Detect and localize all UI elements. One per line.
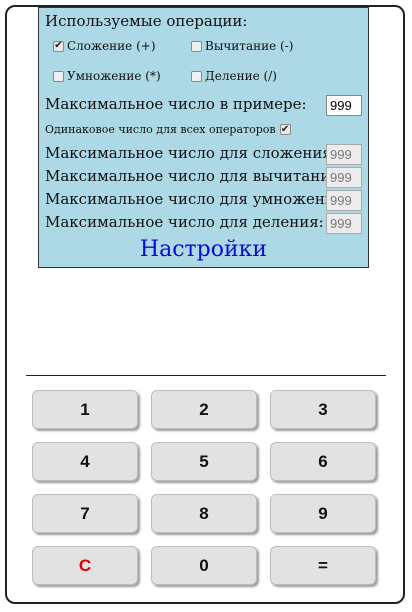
max-add-input[interactable] (326, 144, 362, 165)
checkbox-add[interactable]: ✔ (53, 40, 64, 52)
checkbox-sub[interactable] (191, 40, 202, 52)
op-add-label: Сложение (+) (67, 39, 156, 53)
key-9[interactable]: 9 (270, 494, 376, 533)
settings-panel: Используемые операции: ✔ Сложение (+) Вы… (38, 7, 369, 268)
checkbox-div[interactable] (191, 70, 202, 82)
max-mul-label: Максимальное число для умножения: (45, 190, 350, 208)
max-sub-label: Максимальное число для вычитания: (45, 167, 345, 185)
check-icon: ✔ (280, 123, 290, 135)
key-equals[interactable]: = (270, 546, 376, 585)
key-1[interactable]: 1 (32, 390, 138, 429)
checkbox-mul[interactable] (53, 70, 64, 82)
op-mul-label: Умножение (*) (67, 69, 161, 83)
key-0[interactable]: 0 (151, 546, 257, 585)
max-div-input[interactable] (326, 213, 362, 234)
check-icon: ✔ (54, 40, 63, 51)
key-5[interactable]: 5 (151, 442, 257, 481)
max-sub-input[interactable] (326, 167, 362, 188)
op-sub-option[interactable]: Вычитание (-) (191, 39, 293, 53)
same-number-label: Одинаковое число для всех операторов (45, 123, 276, 136)
op-sub-label: Вычитание (-) (205, 39, 294, 53)
key-clear[interactable]: C (32, 546, 138, 585)
same-number-row: Одинаковое число для всех операторов ✔ (45, 123, 291, 136)
key-2[interactable]: 2 (151, 390, 257, 429)
key-4[interactable]: 4 (32, 442, 138, 481)
key-3[interactable]: 3 (270, 390, 376, 429)
settings-title[interactable]: Настройки (39, 237, 368, 262)
operations-heading: Используемые операции: (45, 12, 248, 30)
max-add-label: Максимальное число для сложения: (45, 144, 337, 162)
op-div-label: Деление (/) (205, 69, 277, 83)
key-8[interactable]: 8 (151, 494, 257, 533)
max-number-input[interactable] (326, 95, 362, 116)
max-number-label: Максимальное число в примере: (45, 95, 307, 113)
max-div-label: Максимальное число для деления: (45, 213, 324, 231)
divider (26, 375, 386, 376)
key-6[interactable]: 6 (270, 442, 376, 481)
op-add-option[interactable]: ✔ Сложение (+) (53, 39, 156, 53)
op-div-option[interactable]: Деление (/) (191, 69, 277, 83)
same-number-checkbox[interactable]: ✔ (279, 123, 291, 135)
max-mul-input[interactable] (326, 190, 362, 211)
key-7[interactable]: 7 (32, 494, 138, 533)
op-mul-option[interactable]: Умножение (*) (53, 69, 161, 83)
